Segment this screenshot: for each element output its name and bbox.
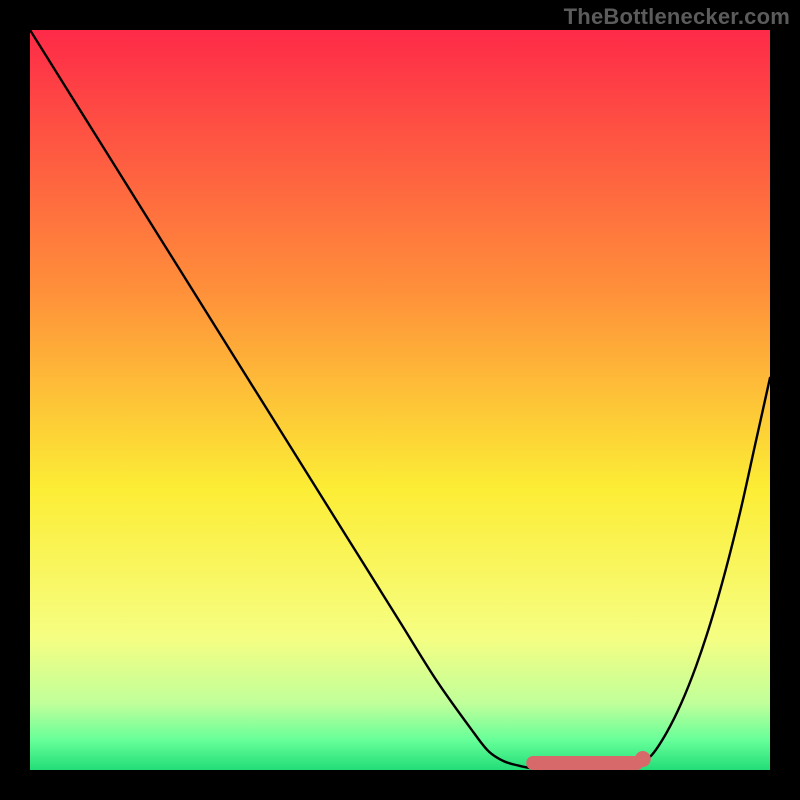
bottleneck-chart	[30, 30, 770, 770]
minimum-end-dot	[635, 751, 651, 767]
source-attribution: TheBottlenecker.com	[564, 4, 790, 30]
chart-stage: TheBottlenecker.com	[0, 0, 800, 800]
gradient-plot-area	[30, 30, 770, 770]
